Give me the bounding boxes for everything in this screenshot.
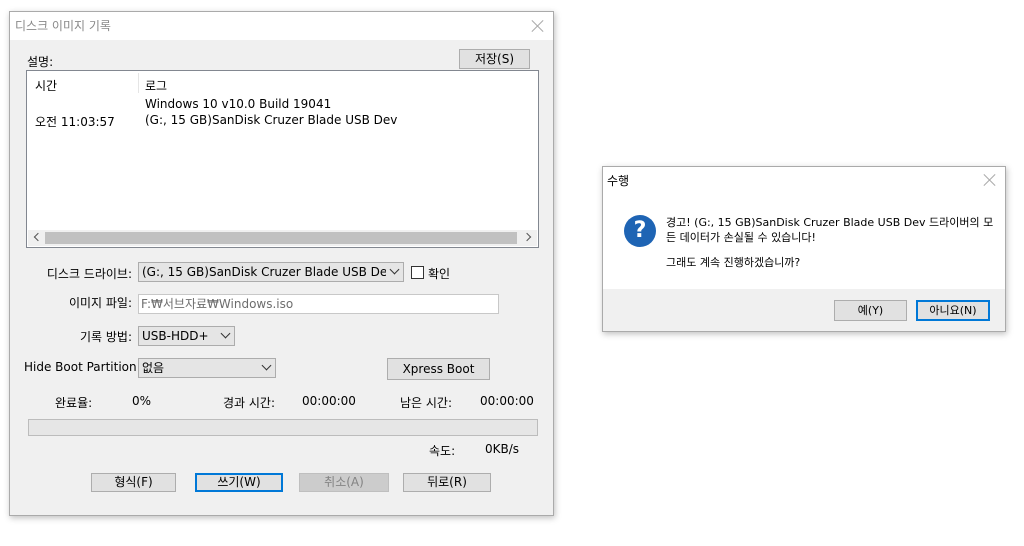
main-titlebar: 디스크 이미지 기록 bbox=[10, 12, 553, 40]
write-progress-bar bbox=[28, 419, 538, 436]
write-button[interactable]: 쓰기(W) bbox=[195, 473, 283, 492]
scroll-left-icon[interactable] bbox=[33, 232, 43, 242]
disk-drive-select[interactable]: (G:, 15 GB)SanDisk Cruzer Blade USB Dev bbox=[138, 262, 404, 282]
hide-boot-partition-select[interactable]: 없음 bbox=[138, 358, 276, 378]
remaining-time-value: 00:00:00 bbox=[480, 394, 534, 408]
confirm-dialog: 수행 ? 경고! (G:, 15 GB)SanDisk Cruzer Blade… bbox=[602, 166, 1006, 332]
column-divider bbox=[138, 73, 139, 93]
back-button[interactable]: 뒤로(R) bbox=[403, 473, 491, 492]
write-method-select[interactable]: USB-HDD+ bbox=[138, 326, 235, 346]
remaining-time-label: 남은 시간: bbox=[400, 396, 453, 410]
chevron-down-icon bbox=[261, 360, 272, 371]
log-column-time[interactable]: 시간 bbox=[35, 77, 57, 94]
speed-label: 속도: bbox=[429, 444, 456, 458]
log-column-log[interactable]: 로그 bbox=[145, 77, 167, 94]
description-label: 설명: bbox=[27, 55, 54, 69]
elapsed-time-label: 경과 시간: bbox=[223, 396, 276, 410]
cancel-button[interactable]: 취소(A) bbox=[299, 473, 389, 492]
scroll-right-icon[interactable] bbox=[522, 232, 532, 242]
speed-value: 0KB/s bbox=[485, 442, 520, 456]
dialog-titlebar: 수행 bbox=[603, 167, 1005, 195]
disk-image-write-window: 디스크 이미지 기록 설명: 저장(S) 시간 로그 Windows 10 v1… bbox=[9, 11, 554, 516]
scrollbar-thumb[interactable] bbox=[45, 232, 517, 244]
chevron-down-icon bbox=[389, 264, 400, 275]
write-method-dropdown-area[interactable] bbox=[217, 327, 234, 345]
image-file-field[interactable]: F:₩서브자료₩Windows.iso bbox=[138, 294, 499, 314]
xpress-boot-button[interactable]: Xpress Boot bbox=[387, 358, 490, 380]
hide-boot-dropdown-area[interactable] bbox=[258, 359, 275, 377]
completion-value: 0% bbox=[132, 394, 152, 408]
disk-drive-dropdown-area[interactable] bbox=[386, 263, 403, 281]
disk-drive-label: 디스크 드라이브: bbox=[46, 267, 132, 281]
disk-drive-value: (G:, 15 GB)SanDisk Cruzer Blade USB Dev bbox=[142, 265, 395, 279]
dialog-message-line-2: 든 데이터가 손실될 수 있습니다! bbox=[666, 231, 816, 244]
format-button[interactable]: 형식(F) bbox=[91, 473, 176, 492]
write-method-label: 기록 방법: bbox=[79, 330, 132, 344]
log-list[interactable]: 시간 로그 Windows 10 v10.0 Build 19041 오전 11… bbox=[26, 70, 539, 248]
dialog-message-line-1: 경고! (G:, 15 GB)SanDisk Cruzer Blade USB … bbox=[666, 216, 994, 229]
dialog-close-icon[interactable] bbox=[979, 169, 1001, 191]
hide-boot-partition-label: Hide Boot Partition: bbox=[24, 360, 141, 374]
dialog-footer: 예(Y) 아니요(N) bbox=[603, 289, 1005, 331]
log-horizontal-scrollbar[interactable] bbox=[28, 230, 537, 246]
main-close-icon[interactable] bbox=[527, 15, 549, 37]
verify-checkbox[interactable] bbox=[411, 266, 424, 279]
dialog-message-line-3: 그래도 계속 진행하겠습니까? bbox=[666, 256, 801, 269]
image-file-label: 이미지 파일: bbox=[68, 296, 132, 310]
completion-label: 완료율: bbox=[55, 396, 93, 410]
hide-boot-partition-value: 없음 bbox=[142, 361, 165, 375]
chevron-down-icon bbox=[220, 328, 231, 339]
yes-button[interactable]: 예(Y) bbox=[834, 300, 907, 321]
write-method-value: USB-HDD+ bbox=[142, 329, 209, 343]
elapsed-time-value: 00:00:00 bbox=[302, 394, 356, 408]
save-button[interactable]: 저장(S) bbox=[459, 49, 530, 69]
no-button[interactable]: 아니요(N) bbox=[916, 300, 990, 321]
log-row-2-time: 오전 11:03:57 bbox=[35, 115, 115, 129]
question-icon: ? bbox=[624, 215, 656, 247]
verify-label[interactable]: 확인 bbox=[428, 265, 450, 282]
main-window-title: 디스크 이미지 기록 bbox=[15, 19, 111, 33]
log-row-2-message: (G:, 15 GB)SanDisk Cruzer Blade USB Dev bbox=[145, 113, 398, 127]
dialog-title: 수행 bbox=[607, 174, 630, 188]
log-row-1-message: Windows 10 v10.0 Build 19041 bbox=[145, 97, 332, 111]
